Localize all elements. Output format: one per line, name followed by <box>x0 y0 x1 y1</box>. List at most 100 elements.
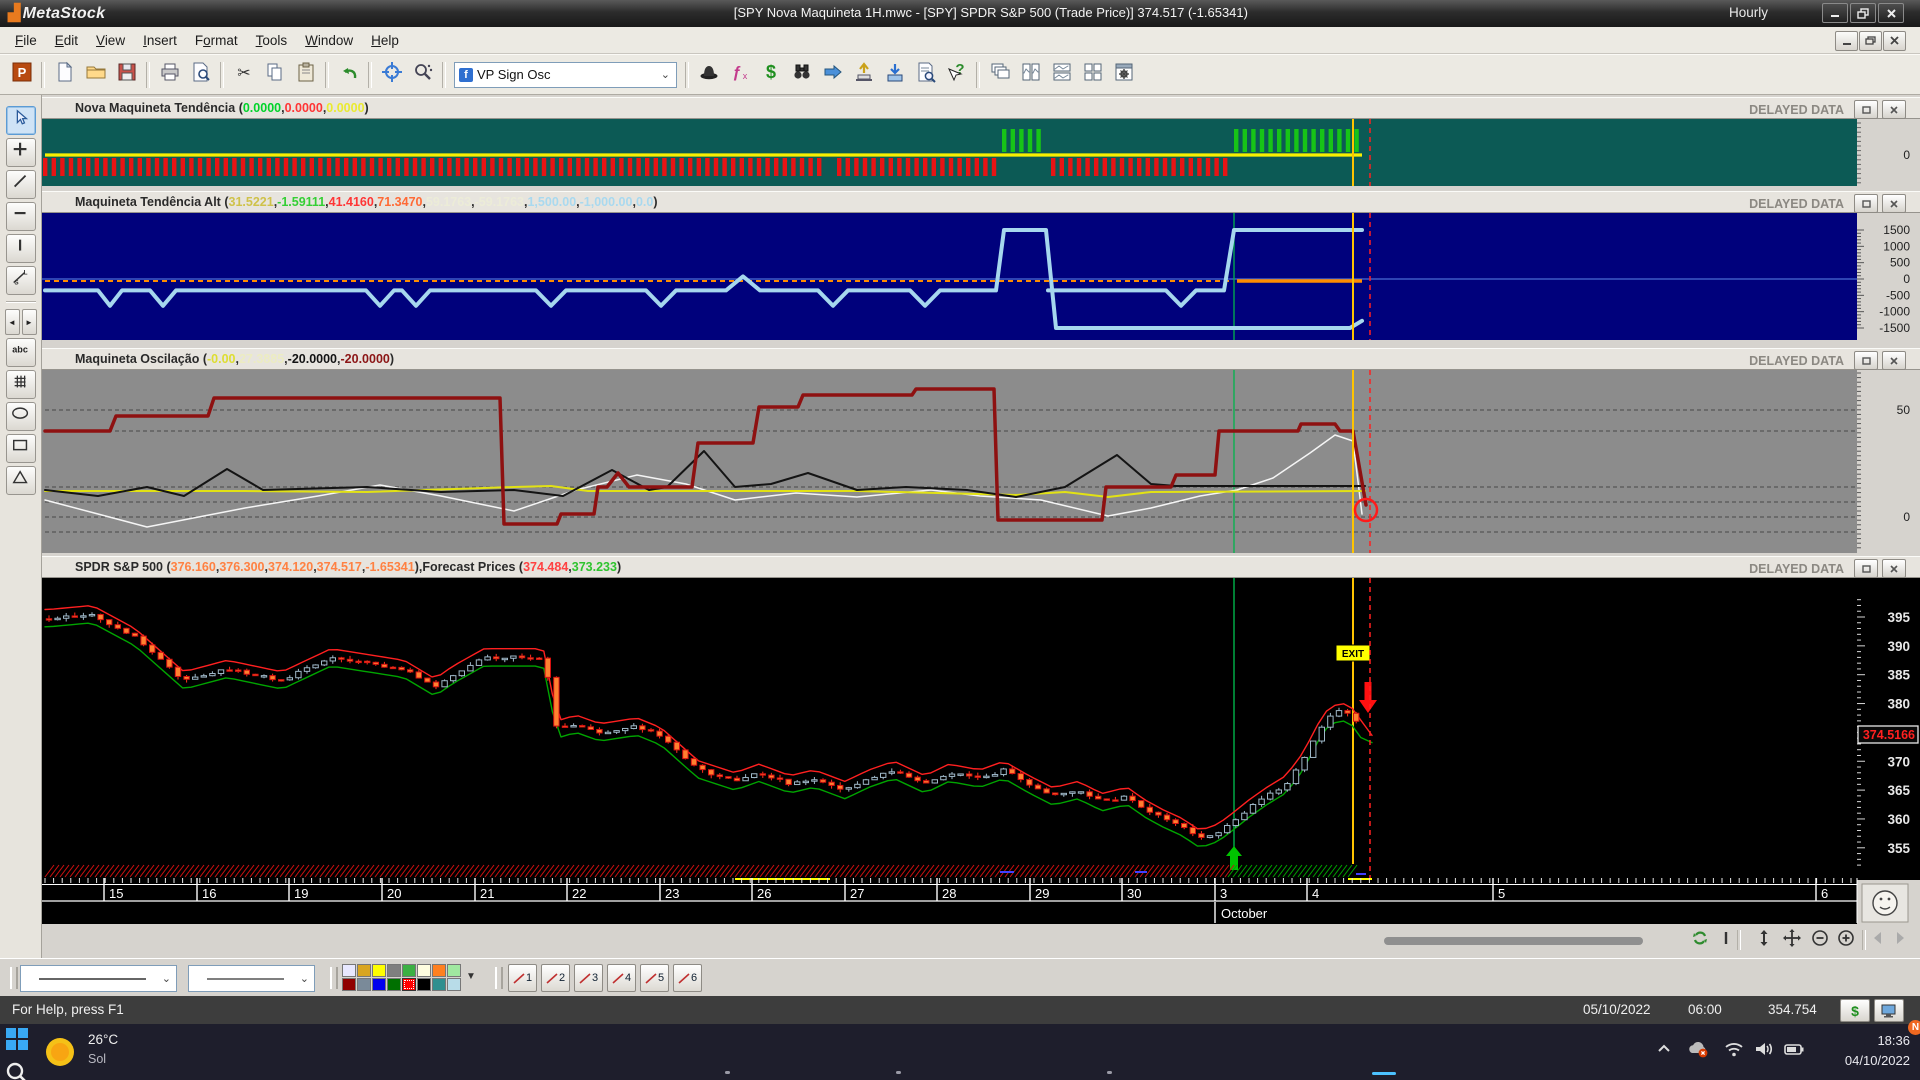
print-preview-button[interactable] <box>186 60 215 89</box>
page-left-button[interactable] <box>1866 928 1890 952</box>
child-close-button[interactable] <box>1883 31 1906 51</box>
battery-icon[interactable] <box>1782 1038 1806 1065</box>
menu-window[interactable]: Window <box>296 30 362 51</box>
panel-header-maquineta-oscilacao[interactable]: Maquineta Oscilação (-0.00, 27.3885, -20… <box>42 348 1920 370</box>
online-data-button[interactable] <box>880 60 909 89</box>
child-minimize-button[interactable] <box>1835 31 1858 51</box>
chart-template-button-3[interactable]: 3 <box>574 964 603 992</box>
data-source-button[interactable] <box>1874 999 1904 1022</box>
panel-close-button[interactable] <box>1882 559 1906 578</box>
color-swatch[interactable] <box>357 978 371 991</box>
panel-close-button[interactable] <box>1882 351 1906 370</box>
expert-advisor-button[interactable]: $ <box>756 60 785 89</box>
menu-tools[interactable]: Tools <box>247 30 297 51</box>
line-weight-select[interactable]: ⌄ <box>188 965 315 992</box>
bar-button[interactable] <box>1714 928 1738 952</box>
system-report-button[interactable] <box>911 60 940 89</box>
panel-header-maquineta-tendencia-alt[interactable]: Maquineta Tendência Alt (31.5221, -1.591… <box>42 191 1920 213</box>
taskbar-search-button[interactable] <box>0 1058 34 1080</box>
zoom-out-button[interactable] <box>1808 928 1832 952</box>
panel-restore-button[interactable] <box>1854 194 1878 213</box>
chart-template-button-4[interactable]: 4 <box>607 964 636 992</box>
zoom-in-button[interactable] <box>1834 928 1858 952</box>
taskbar-start-button[interactable] <box>0 1024 34 1058</box>
tile-horizontal-button[interactable] <box>1047 60 1076 89</box>
menu-view[interactable]: View <box>87 30 134 51</box>
dollar-mode-button[interactable]: $ <box>1840 999 1870 1022</box>
text-tool-button[interactable]: abc <box>5 338 36 367</box>
menu-edit[interactable]: Edit <box>46 30 87 51</box>
color-swatch[interactable] <box>432 978 446 991</box>
color-swatch[interactable] <box>357 964 371 977</box>
chart-template-button-6[interactable]: 6 <box>673 964 702 992</box>
color-swatch[interactable] <box>372 964 386 977</box>
volume-icon[interactable] <box>1752 1038 1776 1065</box>
copy-button[interactable] <box>260 60 289 89</box>
weather-temperature[interactable]: 26°C <box>88 1032 118 1047</box>
color-swatch[interactable] <box>417 978 431 991</box>
window-settings-button[interactable] <box>1109 60 1138 89</box>
paste-button[interactable] <box>291 60 320 89</box>
minimize-button[interactable] <box>1822 3 1848 23</box>
tile-vertical-button[interactable] <box>1016 60 1045 89</box>
panel-restore-button[interactable] <box>1854 351 1878 370</box>
color-swatch[interactable] <box>417 964 431 977</box>
color-swatch[interactable] <box>342 978 356 991</box>
crosshair-pointer-button[interactable] <box>377 60 406 89</box>
print-button[interactable] <box>155 60 184 89</box>
chart-template-button-5[interactable]: 5 <box>640 964 669 992</box>
panel-header-nova-maquineta-tendencia[interactable]: Nova Maquineta Tendência (0.0000, 0.0000… <box>42 97 1920 119</box>
wifi-icon[interactable] <box>1722 1038 1746 1065</box>
menu-format[interactable]: Format <box>186 30 247 51</box>
indicator-quicklist-select[interactable]: f VP Sign Osc ⌄ <box>454 61 677 88</box>
panel-close-button[interactable] <box>1882 194 1906 213</box>
page-right-button[interactable] <box>1888 928 1912 952</box>
tray-expand-icon[interactable] <box>1652 1038 1676 1065</box>
close-button[interactable] <box>1878 3 1904 23</box>
color-swatch[interactable] <box>447 978 461 991</box>
open-button[interactable] <box>81 60 110 89</box>
palette-more-button[interactable]: ▼ <box>466 971 476 982</box>
onedrive-error-icon[interactable] <box>1686 1038 1710 1065</box>
weather-icon[interactable] <box>42 1034 78 1070</box>
resize-vertical-button[interactable] <box>1752 928 1776 952</box>
color-swatch[interactable] <box>387 964 401 977</box>
weather-description[interactable]: Sol <box>88 1052 106 1066</box>
explorer-button[interactable] <box>694 60 723 89</box>
menu-insert[interactable]: Insert <box>134 30 186 51</box>
panel-restore-button[interactable] <box>1854 559 1878 578</box>
zoom-tool-button[interactable] <box>408 60 437 89</box>
color-swatch[interactable] <box>387 978 401 991</box>
downloader-button[interactable] <box>849 60 878 89</box>
menu-file[interactable]: File <box>6 30 46 51</box>
color-swatch[interactable] <box>402 978 416 991</box>
new-chart-button[interactable] <box>50 60 79 89</box>
forecaster-button[interactable] <box>818 60 847 89</box>
color-swatch[interactable] <box>342 964 356 977</box>
chart-template-button-2[interactable]: 2 <box>541 964 570 992</box>
color-swatch[interactable] <box>447 964 461 977</box>
color-swatch[interactable] <box>372 978 386 991</box>
menu-help[interactable]: Help <box>362 30 408 51</box>
color-swatch[interactable] <box>432 964 446 977</box>
cut-button[interactable]: ✂ <box>229 60 258 89</box>
panel-header-spdr-sp500[interactable]: SPDR S&P 500 (376.160, 376.300, 374.120,… <box>42 556 1920 578</box>
child-restore-button[interactable] <box>1859 31 1882 51</box>
indicator-builder-button[interactable]: ƒx <box>725 60 754 89</box>
panel-restore-button[interactable] <box>1854 100 1878 119</box>
line-style-select[interactable]: ⌄ <box>20 965 177 992</box>
taskbar-clock[interactable]: 18:36 04/10/2022 <box>1845 1031 1910 1071</box>
move-chart-button[interactable] <box>1780 928 1804 952</box>
context-help-button[interactable]: ? <box>942 60 971 89</box>
save-button[interactable] <box>112 60 141 89</box>
power-console-button[interactable]: P <box>7 60 36 89</box>
restore-button[interactable] <box>1850 3 1876 23</box>
color-swatch[interactable] <box>402 964 416 977</box>
chart-template-button-1[interactable]: 1 <box>508 964 537 992</box>
undo-button[interactable] <box>334 60 363 89</box>
panel-close-button[interactable] <box>1882 100 1906 119</box>
explorer-scan-button[interactable] <box>787 60 816 89</box>
tile-grid-button[interactable] <box>1078 60 1107 89</box>
refresh-button[interactable] <box>1688 928 1712 952</box>
horizontal-scrollbar[interactable] <box>1384 937 1643 945</box>
